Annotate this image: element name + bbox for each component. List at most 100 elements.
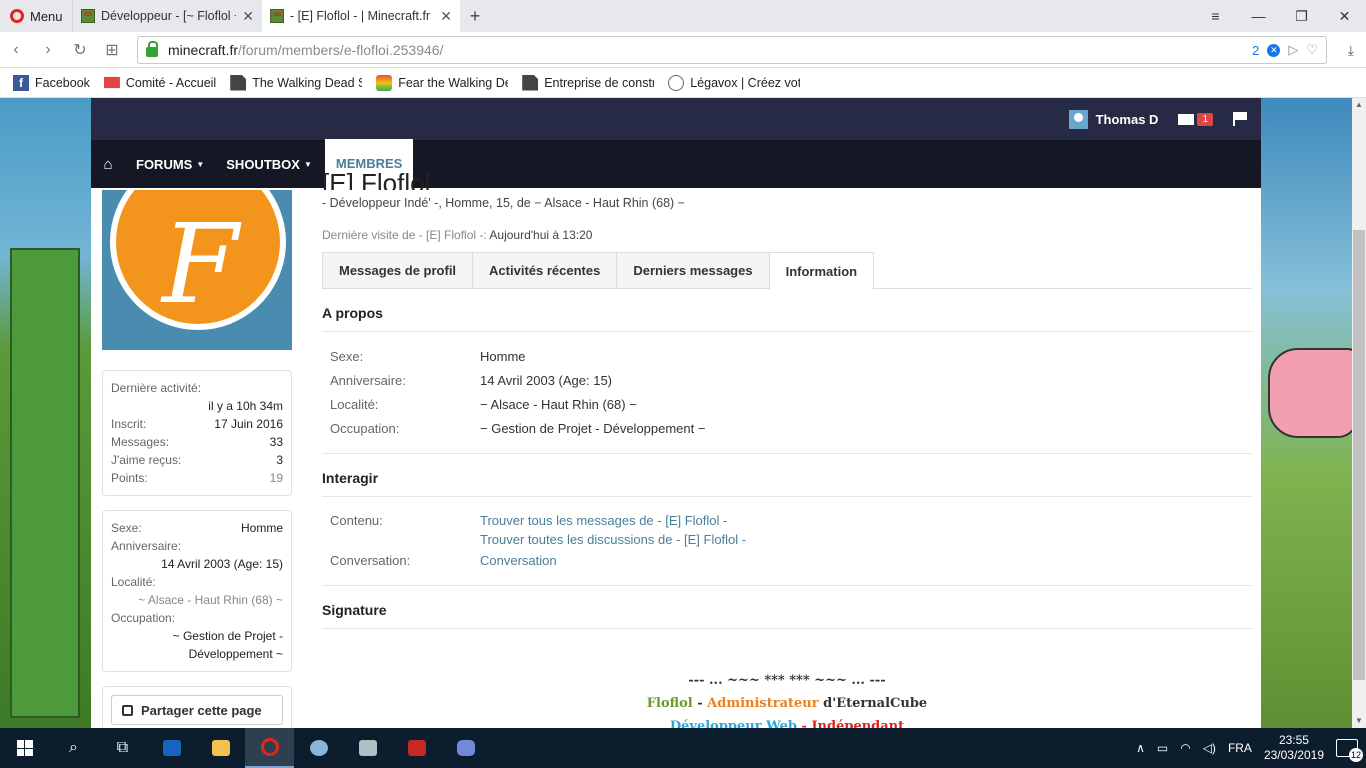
tab-recent-activity[interactable]: Activités récentes [472,252,618,288]
windows-taskbar: ⌕ ⧉ ∧ ▭ ◠ ◁) FRA 23:55 23/03/2019 12 [0,728,1366,768]
tv-icon [376,74,393,91]
restore-icon[interactable]: ❐ [1280,0,1323,32]
file-explorer-icon[interactable] [196,728,245,768]
user-bar: Thomas D 1 [91,98,1261,140]
nav-shoutbox[interactable]: SHOUTBOX ▼ [215,140,323,188]
stats-box: Dernière activité: il y a 10h 34m Inscri… [102,370,292,496]
url-actions: 2 ✕ ▷ ♡ [1252,42,1318,58]
info-box: Sexe: Homme Anniversaire: 14 Avril 2003 (… [102,510,292,672]
minecraft-favicon-icon [81,9,95,23]
conversation-link[interactable]: Conversation [480,549,557,573]
new-tab-button[interactable]: + [460,6,490,27]
profile-main: [E] Floflol - Développeur Indé' -, Homme… [322,168,1252,728]
signature: --- ... ~~~ *** *** ~~~ ... --- Floflol … [646,673,928,728]
outlook-icon[interactable] [147,728,196,768]
envelope-icon [1178,113,1195,125]
about-section: Sexe: Homme Anniversaire: 14 Avril 2003 (A… [322,332,1252,454]
share-box: Partager cette page [102,686,292,728]
browser-tab-active[interactable]: - [E] Floflol - | Minecraft.fr ✕ [262,0,460,32]
search-icon[interactable]: ⌕ [49,728,98,768]
bookmark-legavox[interactable]: Légavox | Créez votre [668,74,800,91]
scroll-up-icon[interactable]: ▲ [1355,100,1363,109]
avatar-letter-f: F [162,200,239,328]
tab-profile-posts[interactable]: Messages de profil [322,252,474,288]
last-visit: Dernière visite de - [E] Floflol -: Aujo… [322,228,593,242]
battery-icon[interactable]: ▭ [1157,741,1168,755]
bookmark-facebook[interactable]: f Facebook [13,74,90,91]
caret-down-icon: ▼ [303,159,312,169]
tab-latest-messages[interactable]: Derniers messages [616,252,770,288]
reload-icon[interactable]: ↻ [64,40,96,60]
task-view-icon[interactable]: ⧉ [98,728,147,768]
bookmark-comite[interactable]: Comité - Accueil [103,75,216,91]
image-viewer-icon[interactable] [343,728,392,768]
bookmarks-bar: f Facebook Comité - Accueil The Walking D… [0,68,1366,98]
pig-illustration [1268,348,1352,438]
notification-center-icon[interactable]: 12 [1336,739,1363,762]
web-page: Thomas D 1 ⌂ FORUMS ▼ SHOUTBOX ▼ MEMBRES F… [0,98,1352,728]
page-title: [E] Floflol [322,168,431,190]
address-bar: ‹ › ↻ ⊞ minecraft.fr/forum/members/e-flo… [0,32,1366,68]
app-icon[interactable] [392,728,441,768]
adblock-icon[interactable]: ✕ [1267,43,1281,57]
facebook-icon: f [13,74,29,91]
browser-tab[interactable]: Développeur - [~ Floflol ~ ✕ [72,0,262,32]
flag-icon[interactable] [1233,112,1247,126]
url-field[interactable]: minecraft.fr/forum/members/e-flofloi.253… [137,36,1327,64]
close-tab-icon[interactable]: ✕ [440,8,452,25]
paint-icon[interactable] [294,728,343,768]
inbox-button[interactable]: 1 [1178,112,1213,126]
wifi-icon[interactable]: ◠ [1180,741,1190,755]
send-icon[interactable]: ▷ [1288,42,1298,58]
tab-menu-icon[interactable]: ≡ [1194,0,1237,32]
legavox-icon [668,74,685,91]
profile-tabs: Messages de profil Activités récentes De… [322,252,1252,290]
signature-heading: Signature [322,586,1252,629]
bookmark-fear-twd[interactable]: Fear the Walking Dea [376,74,508,91]
discord-icon[interactable] [441,728,490,768]
find-threads-link[interactable]: Trouver toutes les discussions de - [E] … [480,530,746,549]
caret-down-icon: ▼ [196,159,205,169]
clock[interactable]: 23:55 23/03/2019 [1264,733,1324,763]
document-icon [522,74,539,91]
windows-logo-icon [16,740,33,756]
forum-container: Thomas D 1 ⌂ FORUMS ▼ SHOUTBOX ▼ MEMBRES F… [91,98,1261,728]
opera-menu-button[interactable]: Menu [0,0,72,32]
forward-icon[interactable]: › [32,41,64,59]
profile-sidebar: F Dernière activité: il y a 10h 34m Insc… [102,190,292,728]
back-icon[interactable]: ‹ [0,41,32,59]
opera-logo-icon [10,9,24,23]
scroll-down-icon[interactable]: ▼ [1355,716,1363,725]
about-heading: A propos [322,289,1252,332]
start-button[interactable] [0,728,49,768]
minecraft-favicon-icon [270,9,284,23]
bookmark-entreprise[interactable]: Entreprise de constru [522,74,654,91]
volume-icon[interactable]: ◁) [1203,741,1216,755]
heart-bookmark-icon[interactable]: ♡ [1306,42,1318,58]
close-tab-icon[interactable]: ✕ [242,8,254,25]
share-icon [122,704,133,716]
find-messages-link[interactable]: Trouver tous les messages de - [E] Flofl… [480,511,746,530]
speed-dial-icon[interactable]: ⊞ [96,40,128,60]
close-window-icon[interactable]: ✕ [1323,0,1366,32]
tab-information[interactable]: Information [768,252,875,290]
profile-subtitle: - Développeur Indé' -, Homme, 15, de − A… [322,196,685,210]
scrollbar-thumb[interactable] [1353,230,1365,680]
user-menu[interactable]: Thomas D [1068,109,1158,129]
nav-forums[interactable]: FORUMS ▼ [125,140,215,188]
share-page-button[interactable]: Partager cette page [111,695,283,725]
interact-heading: Interagir [322,454,1252,497]
opera-taskbar-icon[interactable] [245,728,294,768]
show-hidden-icons[interactable]: ∧ [1136,741,1145,755]
document-icon [230,74,247,91]
minimize-icon[interactable]: — [1237,0,1280,32]
bookmark-twd[interactable]: The Walking Dead Sa [230,74,362,91]
tab-bar: Menu Développeur - [~ Floflol ~ ✕ - [E] … [0,0,1366,32]
download-icon[interactable]: ⤓ [1348,42,1354,59]
window-controls: ≡ — ❐ ✕ [1194,0,1366,32]
user-avatar-icon [1068,109,1088,129]
language-indicator[interactable]: FRA [1228,741,1252,755]
creeper-illustration [10,248,80,718]
system-tray: ∧ ▭ ◠ ◁) FRA 23:55 23/03/2019 12 [1136,733,1366,763]
home-icon[interactable]: ⌂ [91,140,125,188]
